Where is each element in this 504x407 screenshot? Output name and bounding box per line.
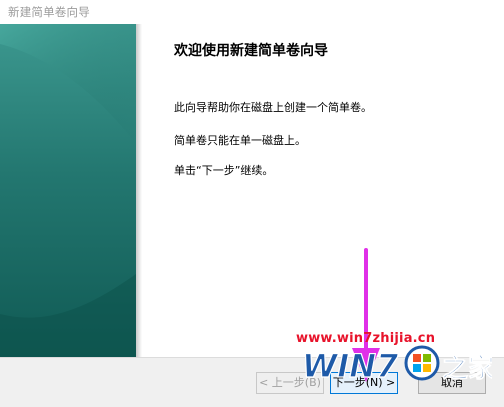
wizard-window: 新建简单卷向导 欢迎使用新建简单卷向导 此向导帮助你在磁盘上创建一个简单卷。 简…: [0, 0, 504, 407]
wizard-content: 欢迎使用新建简单卷向导 此向导帮助你在磁盘上创建一个简单卷。 简单卷只能在单一磁…: [142, 24, 504, 357]
windows-flag-icon: WIN7 之家: [302, 345, 492, 386]
page-heading: 欢迎使用新建简单卷向导: [174, 43, 328, 59]
description-line-3: 单击“下一步”继续。: [174, 164, 274, 177]
title-bar[interactable]: 新建简单卷向导: [0, 0, 504, 24]
watermark-logo-text: WIN7: [302, 347, 399, 385]
window-title: 新建简单卷向导: [8, 5, 90, 19]
description-line-2: 简单卷只能在单一磁盘上。: [174, 134, 306, 147]
watermark-logo-suffix: 之家: [442, 353, 492, 384]
side-panel-graphic: [0, 24, 136, 357]
wizard-side-panel: [0, 24, 136, 357]
description-line-1: 此向导帮助你在磁盘上创建一个简单卷。: [174, 101, 372, 114]
